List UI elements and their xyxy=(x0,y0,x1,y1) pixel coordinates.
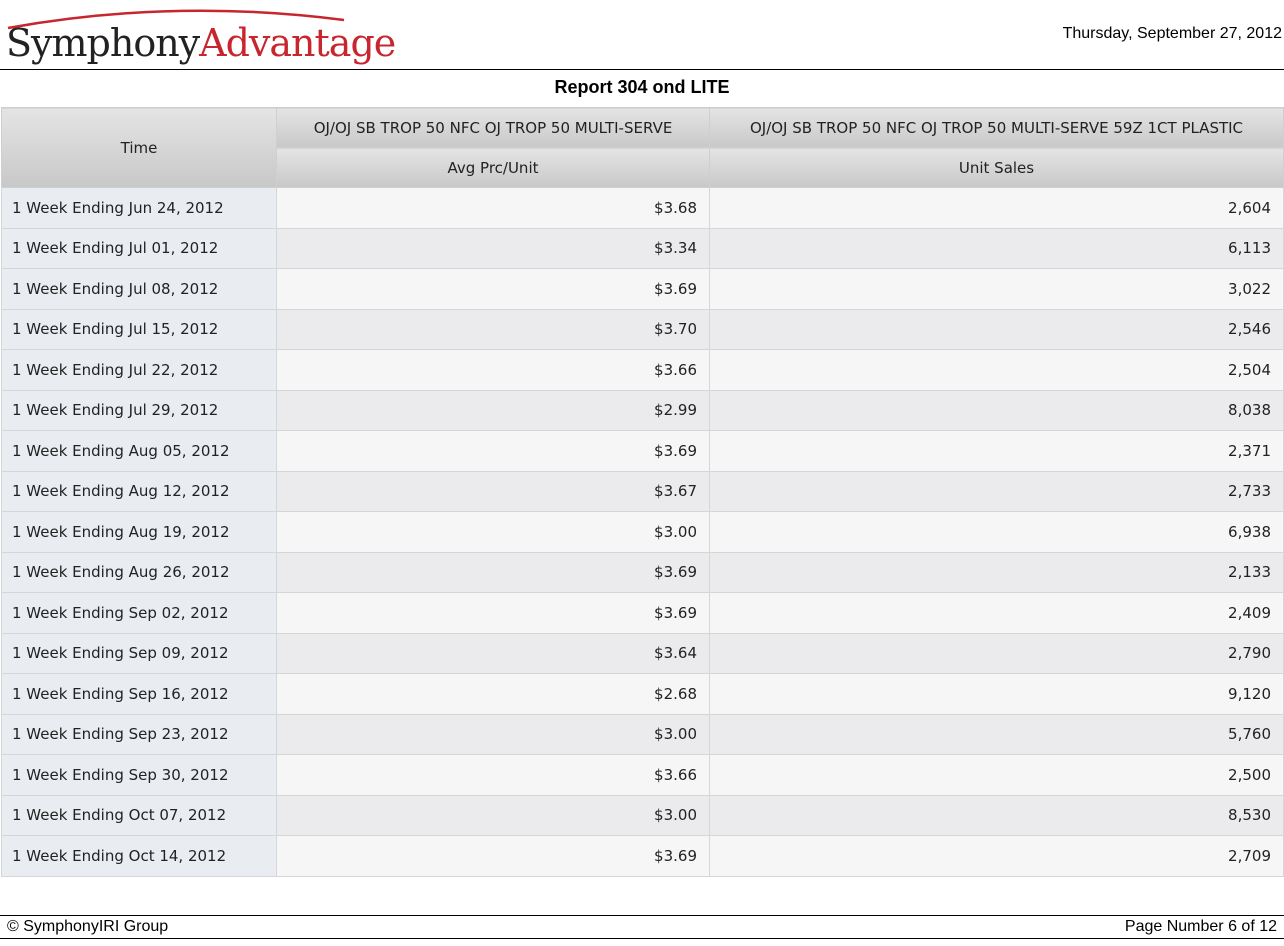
table-row: 1 Week Ending Aug 12, 2012 $3.67 2,733 xyxy=(1,470,1284,512)
row-avg-price-cell: $3.66 xyxy=(276,754,710,796)
row-time-cell: 1 Week Ending Aug 12, 2012 xyxy=(1,470,277,512)
table-row: 1 Week Ending Aug 19, 2012 $3.00 6,938 xyxy=(1,511,1284,553)
measure-header-unit-sales: Unit Sales xyxy=(709,147,1284,188)
row-avg-price-cell: $2.99 xyxy=(276,389,710,431)
measure-header-avg-price: Avg Prc/Unit xyxy=(276,147,710,188)
table-row: 1 Week Ending Oct 07, 2012 $3.00 8,530 xyxy=(1,794,1284,836)
row-unit-sales-cell: 2,133 xyxy=(709,551,1284,593)
row-time-cell: 1 Week Ending Jul 08, 2012 xyxy=(1,268,277,310)
table-row: 1 Week Ending Sep 16, 2012 $2.68 9,120 xyxy=(1,673,1284,715)
product-group-header-2: OJ/OJ SB TROP 50 NFC OJ TROP 50 MULTI-SE… xyxy=(709,107,1284,148)
row-time-cell: 1 Week Ending Sep 02, 2012 xyxy=(1,592,277,634)
report-header: SymphonyAdvantage Thursday, September 27… xyxy=(0,0,1284,70)
table-body: 1 Week Ending Jun 24, 2012 $3.68 2,604 1 We… xyxy=(1,187,1284,877)
row-unit-sales-cell: 2,500 xyxy=(709,754,1284,796)
table-row: 1 Week Ending Jul 15, 2012 $3.70 2,546 xyxy=(1,308,1284,350)
row-time-cell: 1 Week Ending Jul 01, 2012 xyxy=(1,227,277,269)
table-row: 1 Week Ending Sep 30, 2012 $3.66 2,500 xyxy=(1,754,1284,796)
row-unit-sales-cell: 2,504 xyxy=(709,349,1284,391)
row-time-cell: 1 Week Ending Oct 07, 2012 xyxy=(1,794,277,836)
row-unit-sales-cell: 2,790 xyxy=(709,632,1284,674)
row-avg-price-cell: $3.67 xyxy=(276,470,710,512)
row-time-cell: 1 Week Ending Aug 19, 2012 xyxy=(1,511,277,553)
row-unit-sales-cell: 3,022 xyxy=(709,268,1284,310)
row-unit-sales-cell: 5,760 xyxy=(709,713,1284,755)
table-row: 1 Week Ending Jun 24, 2012 $3.68 2,604 xyxy=(1,187,1284,229)
row-unit-sales-cell: 6,938 xyxy=(709,511,1284,553)
row-time-cell: 1 Week Ending Aug 05, 2012 xyxy=(1,430,277,472)
row-time-cell: 1 Week Ending Sep 09, 2012 xyxy=(1,632,277,674)
row-unit-sales-cell: 8,530 xyxy=(709,794,1284,836)
product-group-header-1: OJ/OJ SB TROP 50 NFC OJ TROP 50 MULTI-SE… xyxy=(276,107,710,148)
row-unit-sales-cell: 6,113 xyxy=(709,227,1284,269)
row-avg-price-cell: $3.69 xyxy=(276,592,710,634)
row-unit-sales-cell: 2,546 xyxy=(709,308,1284,350)
row-unit-sales-cell: 8,038 xyxy=(709,389,1284,431)
time-column-header: Time xyxy=(1,107,277,188)
row-time-cell: 1 Week Ending Sep 16, 2012 xyxy=(1,673,277,715)
row-time-cell: 1 Week Ending Aug 26, 2012 xyxy=(1,551,277,593)
row-avg-price-cell: $3.69 xyxy=(276,268,710,310)
logo-text-symphony: Symphony xyxy=(6,21,200,65)
row-time-cell: 1 Week Ending Sep 23, 2012 xyxy=(1,713,277,755)
row-time-cell: 1 Week Ending Jun 24, 2012 xyxy=(1,187,277,229)
row-time-cell: 1 Week Ending Jul 22, 2012 xyxy=(1,349,277,391)
row-time-cell: 1 Week Ending Jul 29, 2012 xyxy=(1,389,277,431)
table-row: 1 Week Ending Jul 22, 2012 $3.66 2,504 xyxy=(1,349,1284,391)
row-avg-price-cell: $3.34 xyxy=(276,227,710,269)
row-time-cell: 1 Week Ending Sep 30, 2012 xyxy=(1,754,277,796)
table-row: 1 Week Ending Sep 02, 2012 $3.69 2,409 xyxy=(1,592,1284,634)
table-row: 1 Week Ending Jul 08, 2012 $3.69 3,022 xyxy=(1,268,1284,310)
row-avg-price-cell: $3.68 xyxy=(276,187,710,229)
row-unit-sales-cell: 2,709 xyxy=(709,835,1284,877)
row-avg-price-cell: $3.66 xyxy=(276,349,710,391)
row-unit-sales-cell: 2,371 xyxy=(709,430,1284,472)
table-row: 1 Week Ending Sep 09, 2012 $3.64 2,790 xyxy=(1,632,1284,674)
row-time-cell: 1 Week Ending Oct 14, 2012 xyxy=(1,835,277,877)
row-avg-price-cell: $3.70 xyxy=(276,308,710,350)
logo-text-advantage: Advantage xyxy=(199,21,396,65)
report-title: Report 304 ond LITE xyxy=(554,77,730,97)
row-unit-sales-cell: 9,120 xyxy=(709,673,1284,715)
table-row: 1 Week Ending Aug 05, 2012 $3.69 2,371 xyxy=(1,430,1284,472)
row-avg-price-cell: $3.00 xyxy=(276,511,710,553)
page-number: Page Number 6 of 12 xyxy=(1124,918,1277,935)
row-time-cell: 1 Week Ending Jul 15, 2012 xyxy=(1,308,277,350)
report-footer: © SymphonyIRI Group Page Number 6 of 12 xyxy=(0,915,1284,939)
row-avg-price-cell: $3.69 xyxy=(276,551,710,593)
row-avg-price-cell: $3.69 xyxy=(276,430,710,472)
table-row: 1 Week Ending Sep 23, 2012 $3.00 5,760 xyxy=(1,713,1284,755)
report-date: Thursday, September 27, 2012 xyxy=(1062,25,1282,42)
row-unit-sales-cell: 2,733 xyxy=(709,470,1284,512)
row-unit-sales-cell: 2,604 xyxy=(709,187,1284,229)
copyright-text: © SymphonyIRI Group xyxy=(7,918,169,935)
row-avg-price-cell: $3.64 xyxy=(276,632,710,674)
report-table: Time OJ/OJ SB TROP 50 NFC OJ TROP 50 MUL… xyxy=(1,107,1284,877)
row-avg-price-cell: $2.68 xyxy=(276,673,710,715)
row-avg-price-cell: $3.00 xyxy=(276,794,710,836)
table-row: 1 Week Ending Aug 26, 2012 $3.69 2,133 xyxy=(1,551,1284,593)
table-row: 1 Week Ending Jul 01, 2012 $3.34 6,113 xyxy=(1,227,1284,269)
symphony-advantage-logo: SymphonyAdvantage xyxy=(4,2,396,68)
row-avg-price-cell: $3.69 xyxy=(276,835,710,877)
report-page: SymphonyAdvantage Thursday, September 27… xyxy=(0,0,1284,946)
table-header-row: Time OJ/OJ SB TROP 50 NFC OJ TROP 50 MUL… xyxy=(1,107,1284,188)
row-avg-price-cell: $3.00 xyxy=(276,713,710,755)
table-row: 1 Week Ending Oct 14, 2012 $3.69 2,709 xyxy=(1,835,1284,877)
table-row: 1 Week Ending Jul 29, 2012 $2.99 8,038 xyxy=(1,389,1284,431)
row-unit-sales-cell: 2,409 xyxy=(709,592,1284,634)
